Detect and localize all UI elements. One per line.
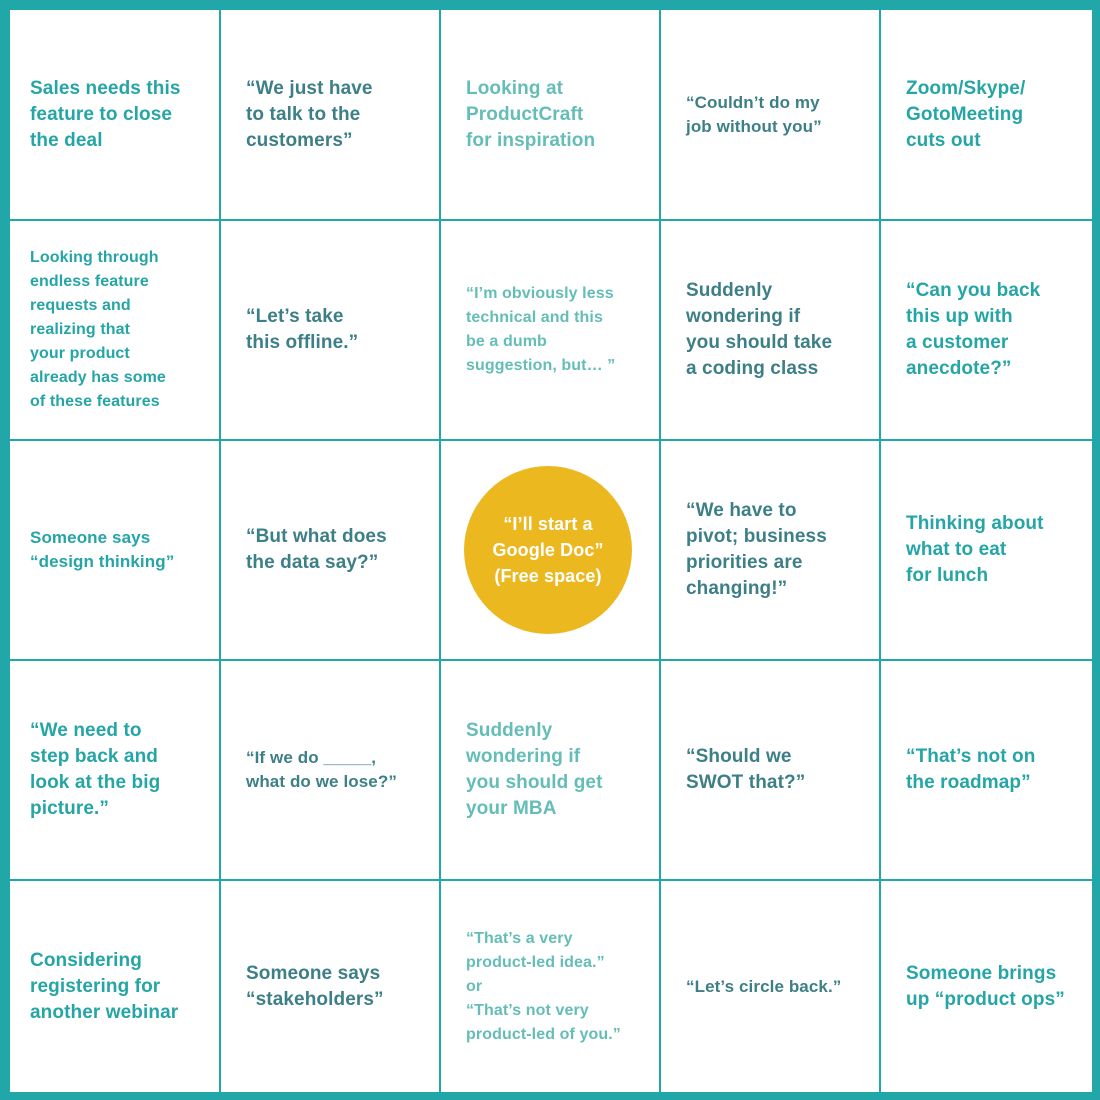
cell-text: Looking through endless feature requests… — [30, 249, 166, 410]
bingo-cell[interactable]: “Let’s take this offline.” — [221, 221, 439, 439]
cell-text: “If we do _____, what do we lose?” — [246, 748, 397, 791]
bingo-cell[interactable]: Suddenly wondering if you should get you… — [441, 661, 659, 879]
bingo-board: Sales needs this feature to close the de… — [0, 0, 1100, 1100]
bingo-cell[interactable]: Someone says “stakeholders” — [221, 881, 439, 1092]
bingo-cell[interactable]: Looking at ProductCraft for inspiration — [441, 10, 659, 219]
cell-text: “We just have to talk to the customers” — [246, 77, 373, 151]
cell-text: Suddenly wondering if you should get you… — [466, 720, 603, 819]
free-space-circle: “I’ll start a Google Doc” (Free space) — [464, 466, 632, 634]
bingo-cell[interactable]: “Couldn’t do my job without you” — [661, 10, 879, 219]
cell-text: “Let’s take this offline.” — [246, 306, 359, 353]
bingo-cell[interactable]: Considering registering for another webi… — [10, 881, 219, 1092]
cell-text: Someone brings up “product ops” — [906, 962, 1065, 1010]
cell-text: Considering registering for another webi… — [30, 949, 179, 1023]
cell-text: “Can you back this up with a customer an… — [906, 280, 1041, 379]
bingo-cell[interactable]: “We have to pivot; business priorities a… — [661, 441, 879, 659]
bingo-cell[interactable]: “Let’s circle back.” — [661, 881, 879, 1092]
bingo-cell[interactable]: Looking through endless feature requests… — [10, 221, 219, 439]
cell-text: Someone says “stakeholders” — [246, 962, 384, 1010]
cell-text: “Couldn’t do my job without you” — [686, 92, 822, 136]
bingo-cell[interactable]: Zoom/Skype/ GotoMeeting cuts out — [881, 10, 1092, 219]
cell-text: “Should we SWOT that?” — [686, 746, 806, 793]
bingo-cell[interactable]: “But what does the data say?” — [221, 441, 439, 659]
cell-text: Looking at ProductCraft for inspiration — [466, 77, 596, 151]
bingo-cell[interactable]: “We need to step back and look at the bi… — [10, 661, 219, 879]
bingo-cell[interactable]: Someone says “design thinking” — [10, 441, 219, 659]
cell-text: “Let’s circle back.” — [686, 976, 842, 996]
bingo-cell[interactable]: “I’m obviously less technical and this b… — [441, 221, 659, 439]
bingo-cell[interactable]: Suddenly wondering if you should take a … — [661, 221, 879, 439]
cell-text: “That’s a very product-led idea.” or “Th… — [466, 929, 621, 1043]
cell-text: Someone says “design thinking” — [30, 528, 175, 571]
cell-text: Sales needs this feature to close the de… — [30, 77, 181, 151]
bingo-cell[interactable]: “We just have to talk to the customers” — [221, 10, 439, 219]
bingo-cell[interactable]: Someone brings up “product ops” — [881, 881, 1092, 1092]
bingo-grid: Sales needs this feature to close the de… — [10, 10, 1092, 1092]
cell-text: “We need to step back and look at the bi… — [30, 720, 161, 819]
cell-text: Zoom/Skype/ GotoMeeting cuts out — [906, 77, 1026, 151]
cell-text: “That’s not on the roadmap” — [906, 746, 1036, 793]
cell-text: Suddenly wondering if you should take a … — [686, 280, 833, 379]
bingo-cell[interactable]: “Should we SWOT that?” — [661, 661, 879, 879]
bingo-cell[interactable]: Sales needs this feature to close the de… — [10, 10, 219, 219]
free-space-text: “I’ll start a Google Doc” (Free space) — [492, 514, 604, 586]
cell-text: “I’m obviously less technical and this b… — [466, 285, 616, 374]
bingo-cell[interactable]: “That’s not on the roadmap” — [881, 661, 1092, 879]
cell-text: “But what does the data say?” — [246, 526, 387, 573]
bingo-cell-free-space[interactable]: “I’ll start a Google Doc” (Free space) — [441, 441, 659, 659]
bingo-cell[interactable]: Thinking about what to eat for lunch — [881, 441, 1092, 659]
cell-text: “We have to pivot; business priorities a… — [686, 500, 827, 599]
bingo-cell[interactable]: “If we do _____, what do we lose?” — [221, 661, 439, 879]
bingo-cell[interactable]: “Can you back this up with a customer an… — [881, 221, 1092, 439]
cell-text: Thinking about what to eat for lunch — [906, 513, 1044, 586]
bingo-cell[interactable]: “That’s a very product-led idea.” or “Th… — [441, 881, 659, 1092]
